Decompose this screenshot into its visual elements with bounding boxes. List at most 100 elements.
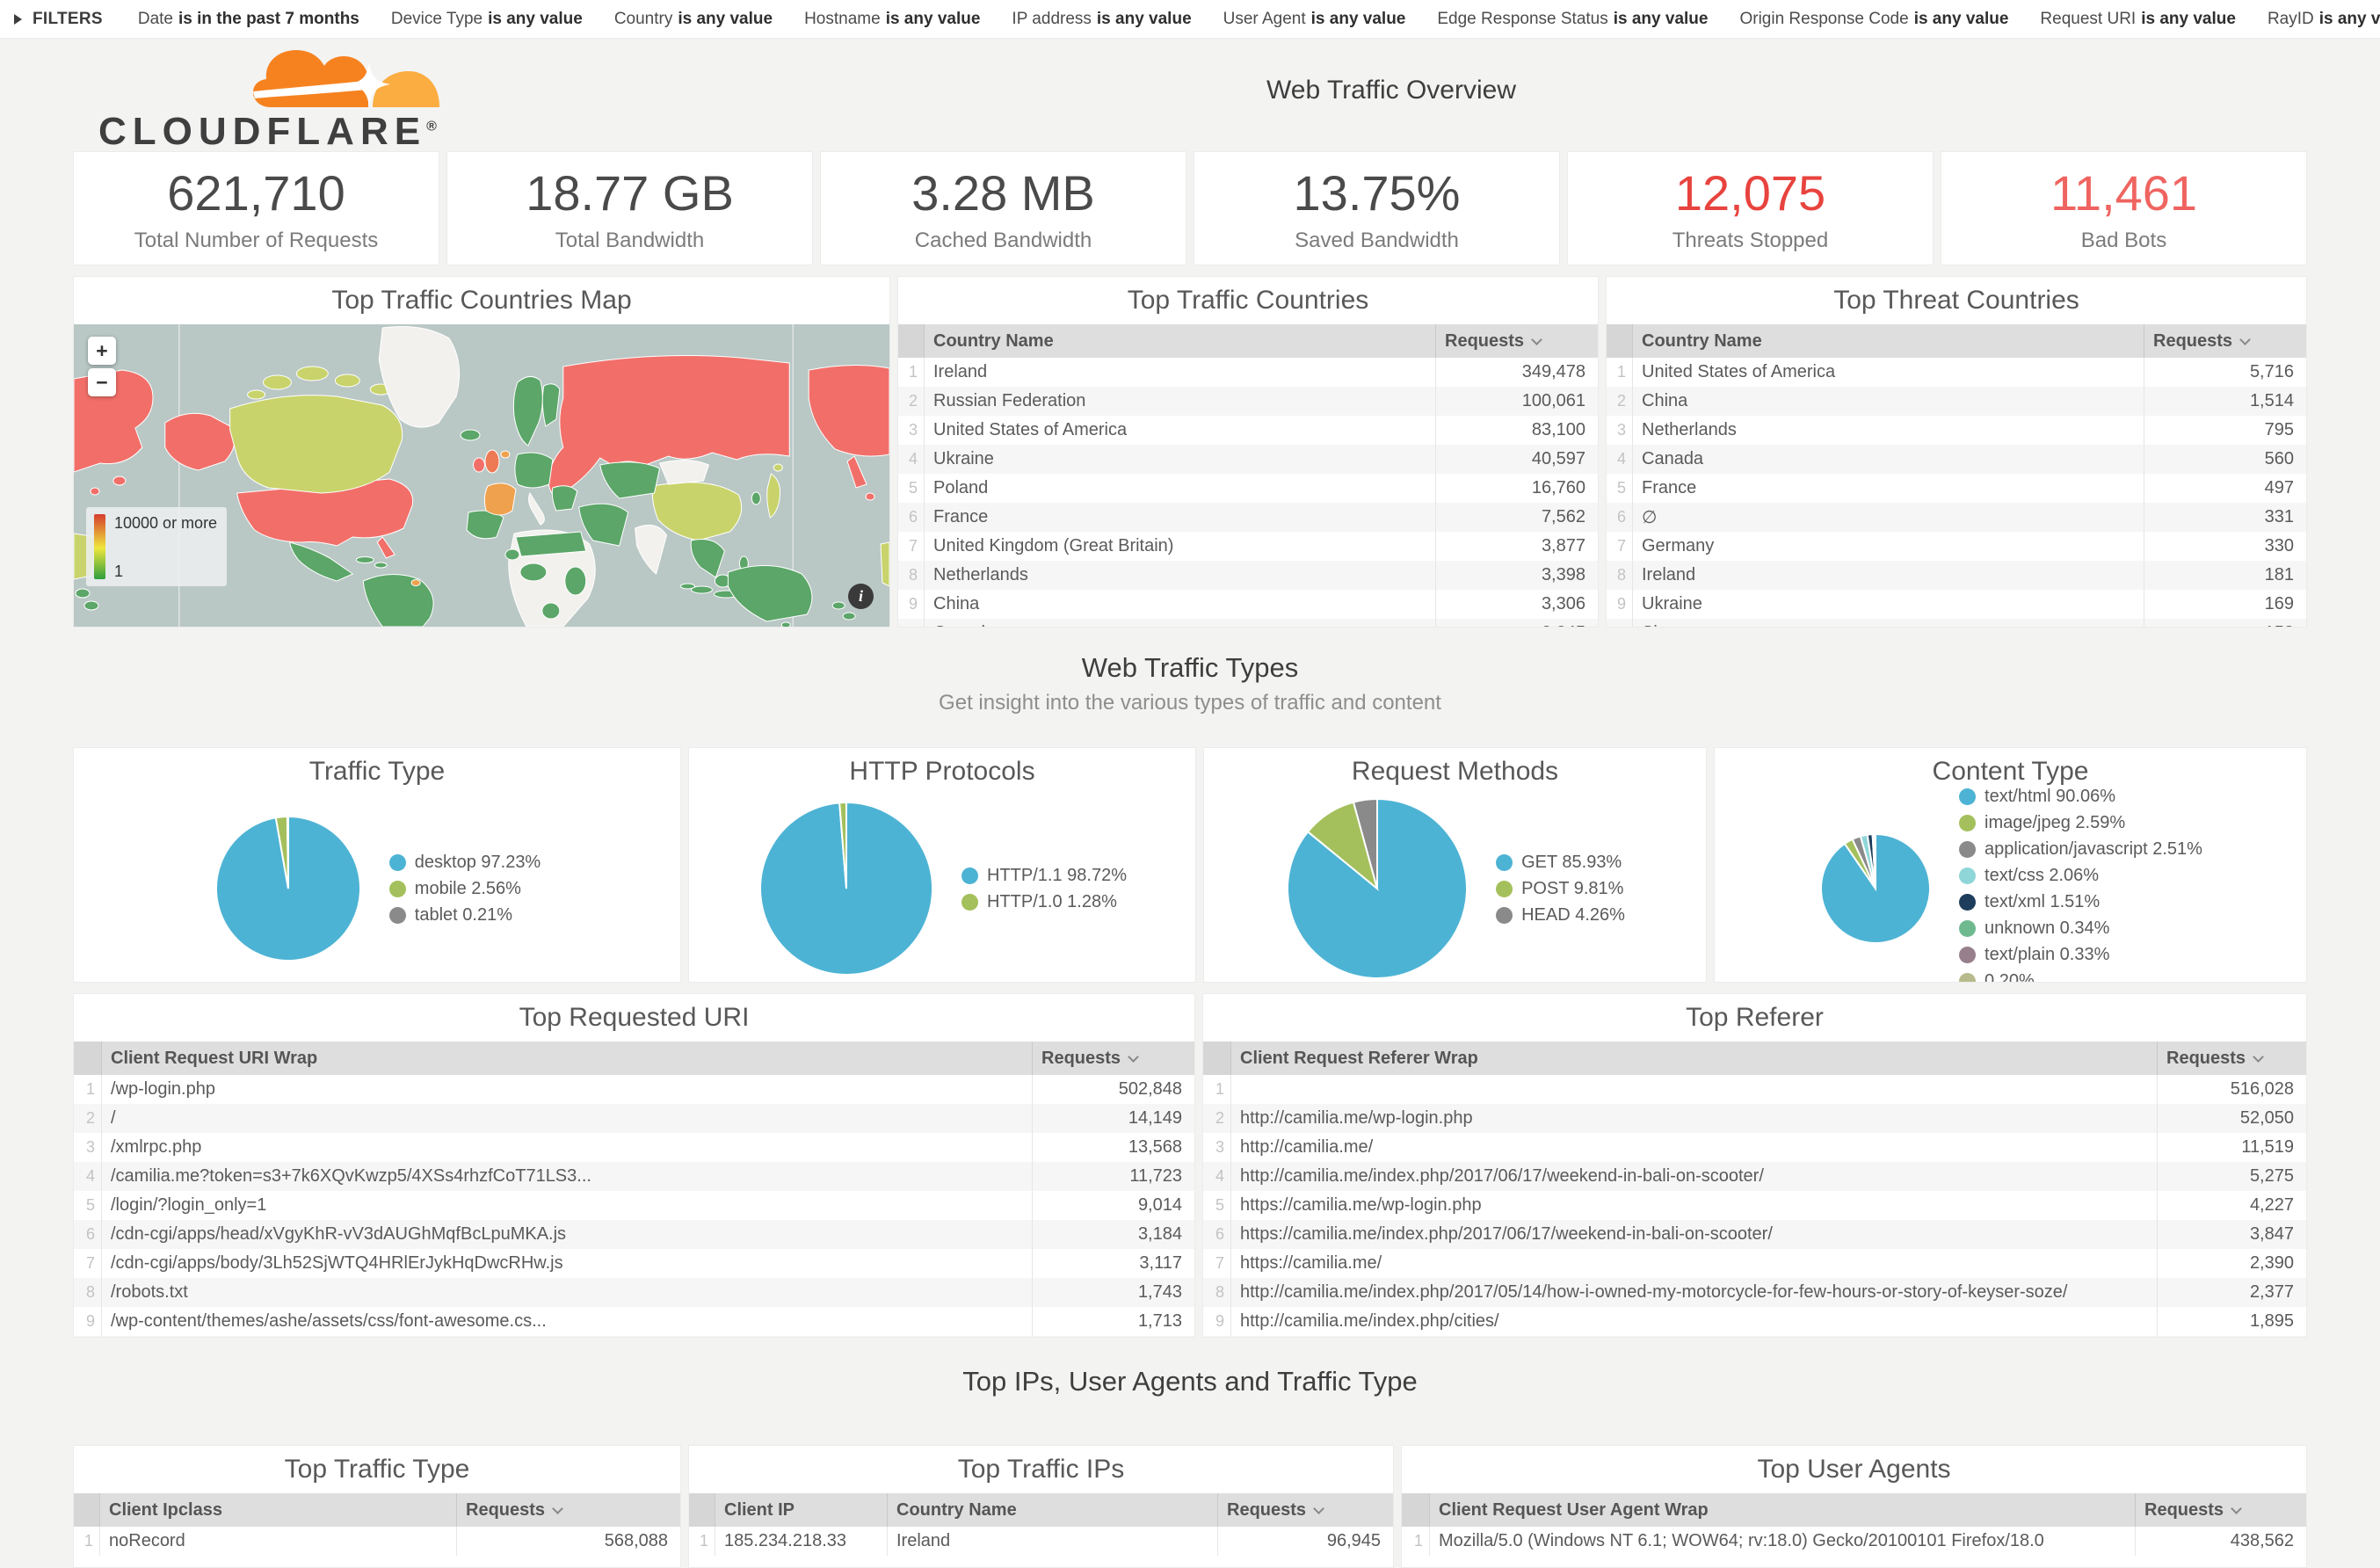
top-traffic-ips-title: Top Traffic IPs bbox=[689, 1446, 1393, 1493]
table-cell: http://camilia.me/index.php/cities/ bbox=[1231, 1307, 2157, 1336]
brand-text: CLOUDFLARE® bbox=[98, 110, 450, 154]
filter-item-origin-response-code[interactable]: Origin Response Codeis any value bbox=[1739, 10, 2008, 29]
legend-item-desktop: desktop 97.23% bbox=[389, 853, 541, 873]
filter-item-device-type[interactable]: Device Typeis any value bbox=[391, 10, 583, 29]
row-number: 7 bbox=[1607, 532, 1633, 561]
legend-label: desktop 97.23% bbox=[415, 853, 541, 873]
kpi-label: Saved Bandwidth bbox=[1295, 229, 1459, 253]
kpi-value: 621,710 bbox=[167, 164, 345, 221]
table-cell: 5,275 bbox=[2157, 1162, 2306, 1191]
panel-traffic-countries-map: Top Traffic Countries Map bbox=[73, 276, 890, 628]
filters-toggle[interactable]: FILTERS bbox=[14, 10, 103, 29]
traffic-type-title: Traffic Type bbox=[74, 748, 680, 795]
table-cell: 516,028 bbox=[2157, 1075, 2306, 1104]
threat-countries-table: Country NameRequests1United States of Am… bbox=[1607, 324, 2306, 627]
row-number: 9 bbox=[1203, 1307, 1231, 1336]
table-cell: United States of America bbox=[925, 416, 1435, 445]
filter-item-request-uri[interactable]: Request URIis any value bbox=[2040, 10, 2236, 29]
table-cell: 52,050 bbox=[2157, 1104, 2306, 1133]
column-header-country-name[interactable]: Country Name bbox=[925, 324, 1435, 358]
row-number: 1 bbox=[74, 1075, 102, 1104]
filter-item-ip-address[interactable]: IP addressis any value bbox=[1012, 10, 1191, 29]
column-header-client-request-referer-wrap[interactable]: Client Request Referer Wrap bbox=[1231, 1042, 2157, 1075]
column-header-client-request-uri-wrap[interactable]: Client Request URI Wrap bbox=[102, 1042, 1032, 1075]
table-cell: 331 bbox=[2144, 503, 2306, 532]
row-number: 5 bbox=[74, 1191, 102, 1220]
table-cell: Netherlands bbox=[1633, 416, 2144, 445]
cloudflare-logo: CLOUDFLARE® bbox=[98, 46, 450, 154]
table-row: 3http://camilia.me/11,519 bbox=[1203, 1133, 2306, 1162]
row-number-column-header bbox=[74, 1042, 102, 1075]
column-header-country-name[interactable]: Country Name bbox=[1633, 324, 2144, 358]
top-uri-title: Top Requested URI bbox=[74, 994, 1194, 1042]
column-header-requests[interactable]: Requests bbox=[1217, 1493, 1393, 1527]
legend-dot bbox=[1959, 841, 1976, 858]
filter-item-edge-response-status[interactable]: Edge Response Statusis any value bbox=[1437, 10, 1708, 29]
column-header-client-ipclass[interactable]: Client Ipclass bbox=[100, 1493, 456, 1527]
column-header-requests[interactable]: Requests bbox=[2135, 1493, 2306, 1527]
table-cell: 5,716 bbox=[2144, 358, 2306, 387]
legend-gradient bbox=[94, 514, 105, 579]
legend-label: 0.20% bbox=[1985, 971, 2035, 984]
table-row: 7United Kingdom (Great Britain)3,877 bbox=[898, 532, 1598, 561]
table-cell: United States of America bbox=[1633, 358, 2144, 387]
row-number: 8 bbox=[1203, 1278, 1231, 1307]
table-cell: 169 bbox=[2144, 590, 2306, 619]
http-protocols-title: HTTP Protocols bbox=[689, 748, 1195, 795]
legend-label: mobile 2.56% bbox=[415, 879, 521, 899]
table-row: 10Singapore158 bbox=[1607, 619, 2306, 627]
legend-item-get: GET 85.93% bbox=[1496, 853, 1625, 873]
legend-dot bbox=[1496, 907, 1513, 924]
filter-item-rayid[interactable]: RayIDis any value bbox=[2268, 10, 2380, 29]
column-header-requests[interactable]: Requests bbox=[2157, 1042, 2306, 1075]
row-number: 6 bbox=[898, 503, 925, 532]
row-number: 1 bbox=[898, 358, 925, 387]
filter-value: is any value bbox=[1614, 10, 1709, 28]
filter-item-user-agent[interactable]: User Agentis any value bbox=[1223, 10, 1406, 29]
table-header: Client IpclassRequests bbox=[74, 1493, 680, 1527]
table-cell bbox=[1231, 1075, 2157, 1104]
column-header-requests[interactable]: Requests bbox=[1032, 1042, 1194, 1075]
table-cell: 438,562 bbox=[2135, 1527, 2306, 1556]
row-number: 10 bbox=[74, 1336, 102, 1337]
legend-label: POST 9.81% bbox=[1521, 879, 1623, 899]
legend-label: text/css 2.06% bbox=[1985, 866, 2099, 886]
pie-slice-tablet bbox=[287, 817, 288, 889]
top-uri-table: Client Request URI WrapRequests1/wp-logi… bbox=[74, 1042, 1194, 1337]
table-cell: 330 bbox=[2144, 532, 2306, 561]
table-cell: 3,877 bbox=[1435, 532, 1598, 561]
filters-label: FILTERS bbox=[33, 10, 103, 29]
row-number: 7 bbox=[74, 1249, 102, 1278]
legend-item-other: 0.20% bbox=[1959, 971, 2202, 984]
table-header: Country NameRequests bbox=[898, 324, 1598, 358]
column-header-client-ip[interactable]: Client IP bbox=[715, 1493, 887, 1527]
table-cell: noRecord bbox=[100, 1527, 456, 1556]
table-row: 2http://camilia.me/wp-login.php52,050 bbox=[1203, 1104, 2306, 1133]
column-header-requests[interactable]: Requests bbox=[2144, 324, 2306, 358]
table-body: 1Ireland349,4782Russian Federation100,06… bbox=[898, 358, 1598, 627]
row-number: 3 bbox=[898, 416, 925, 445]
zoom-out-button[interactable]: − bbox=[88, 368, 116, 396]
column-header-country-name[interactable]: Country Name bbox=[887, 1493, 1217, 1527]
filter-item-country[interactable]: Countryis any value bbox=[614, 10, 773, 29]
table-cell: 568,088 bbox=[456, 1527, 680, 1556]
filter-item-date[interactable]: Dateis in the past 7 months bbox=[138, 10, 359, 29]
table-row: 3United States of America83,100 bbox=[898, 416, 1598, 445]
legend-item-text-xml: text/xml 1.51% bbox=[1959, 892, 2202, 912]
filter-item-hostname[interactable]: Hostnameis any value bbox=[804, 10, 980, 29]
row-number-column-header bbox=[1607, 324, 1633, 358]
info-icon[interactable]: i bbox=[848, 584, 874, 609]
table-body: 1United States of America5,7162China1,51… bbox=[1607, 358, 2306, 627]
table-cell: /cdn-cgi/apps/head/xVgyKhR-vV3dAUGhMqfBc… bbox=[102, 1220, 1032, 1249]
table-row: 7Germany330 bbox=[1607, 532, 2306, 561]
column-header-requests[interactable]: Requests bbox=[1435, 324, 1598, 358]
zoom-in-button[interactable]: + bbox=[88, 337, 116, 365]
row-number: 9 bbox=[74, 1307, 102, 1336]
column-header-requests[interactable]: Requests bbox=[456, 1493, 680, 1527]
legend-label: tablet 0.21% bbox=[415, 905, 512, 926]
request-methods-title: Request Methods bbox=[1204, 748, 1706, 795]
table-cell: /robots.txt bbox=[102, 1278, 1032, 1307]
table-body: 1516,0282http://camilia.me/wp-login.php5… bbox=[1203, 1075, 2306, 1337]
column-header-client-request-user-agent-wrap[interactable]: Client Request User Agent Wrap bbox=[1430, 1493, 2135, 1527]
table-row: 9Ukraine169 bbox=[1607, 590, 2306, 619]
